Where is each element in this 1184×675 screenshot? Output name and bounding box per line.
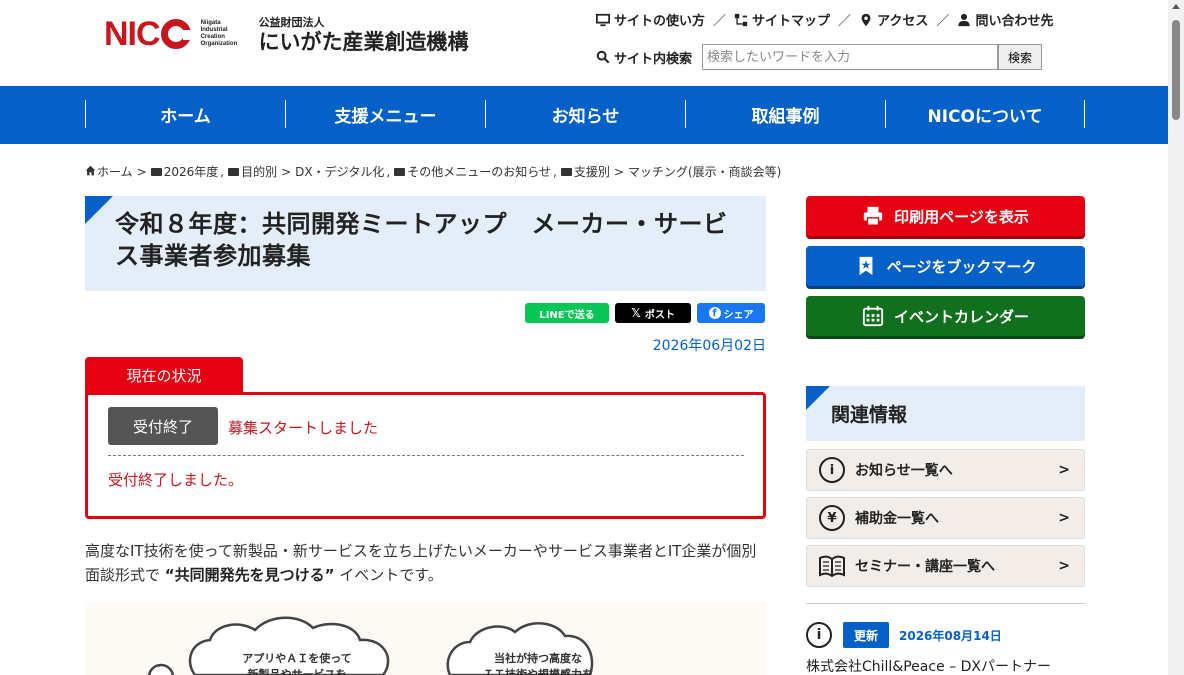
util-link-access[interactable]: アクセス xyxy=(859,10,928,29)
breadcrumb-2026[interactable]: 2026年度 xyxy=(164,163,219,180)
search-button[interactable]: 検索 xyxy=(998,44,1043,70)
breadcrumb-matching[interactable]: マッチング(展示・商談会等) xyxy=(628,163,781,180)
page-title: 令和８年度：共同開発ミートアップ メーカー・サービス事業者参加募集 xyxy=(115,210,728,270)
illustration-text: 当社が持つ高度な xyxy=(494,651,582,665)
print-page-button[interactable]: 印刷用ページを表示 xyxy=(806,196,1085,236)
status-closed-text: 受付終了しました。 xyxy=(108,471,244,489)
util-link-contact[interactable]: 問い合わせ先 xyxy=(957,10,1053,29)
utility-links: サイトの使い方 ／ サイトマップ ／ アクセス ／ 問い合わせ先 xyxy=(596,10,1053,29)
site-logo[interactable]: NIC Niigata Industrial Creation Organiza… xyxy=(104,14,469,55)
book-icon xyxy=(819,555,845,577)
nav-item-news[interactable]: お知らせ xyxy=(485,100,685,128)
related-link-subsidy-list[interactable]: ¥ 補助金一覧へ > xyxy=(806,497,1085,539)
info-icon: i xyxy=(806,622,832,648)
status-badge: 受付終了 xyxy=(108,407,218,445)
share-facebook-button[interactable]: f シェア xyxy=(697,303,765,323)
folder-icon xyxy=(150,167,162,176)
share-x-button[interactable]: 𝕏 ポスト xyxy=(615,303,691,323)
breadcrumb-dx[interactable]: DX・デジタル化 xyxy=(295,163,384,180)
site-header: NIC Niigata Industrial Creation Organiza… xyxy=(0,0,1168,86)
breadcrumb: ホーム > 2026年度 , 目的別 > DX・デジタル化 , その他メニューの… xyxy=(85,163,781,180)
util-link-howto[interactable]: サイトの使い方 xyxy=(596,10,705,29)
bookmark-icon xyxy=(859,256,873,276)
person-icon xyxy=(958,13,971,26)
scrollbar-thumb[interactable] xyxy=(1172,20,1180,120)
breadcrumb-other-news[interactable]: その他メニューのお知らせ xyxy=(407,163,551,180)
chevron-right-icon: > xyxy=(1058,462,1070,478)
chevron-right-icon: > xyxy=(1058,510,1070,526)
calendar-icon xyxy=(862,305,884,327)
update-badge: 更新 xyxy=(843,622,889,648)
news-date: 2026年08月14日 xyxy=(899,629,1002,643)
info-icon: i xyxy=(819,457,845,483)
illustration-text: ＩＴ技術や規模感力を xyxy=(483,667,593,675)
nav-item-home[interactable]: ホーム xyxy=(85,100,285,128)
map-pin-icon xyxy=(861,13,871,26)
printer-icon xyxy=(863,206,883,226)
chevron-right-icon: > xyxy=(1058,558,1070,574)
folder-icon xyxy=(560,167,572,176)
event-illustration: アプリやＡＩを使って 新製品やサービスを 当社が持つ高度な ＩＴ技術や規模感力を xyxy=(85,602,766,675)
page-scrollbar[interactable] xyxy=(1168,0,1184,675)
site-search: サイト内検索 検索 xyxy=(596,44,1043,70)
folder-icon xyxy=(228,167,240,176)
search-label: サイト内検索 xyxy=(614,51,693,67)
nav-item-case-studies[interactable]: 取組事例 xyxy=(685,100,885,128)
share-buttons: LINEで送る 𝕏 ポスト f シェア xyxy=(525,303,765,323)
intro-paragraph: 高度なIT技術を使って新製品・新サービスを立ち上げたいメーカーやサービス事業者と… xyxy=(85,542,757,584)
facebook-icon: f xyxy=(708,307,721,319)
x-icon: 𝕏 xyxy=(631,306,641,320)
divider xyxy=(806,603,1085,604)
related-link-seminar-list[interactable]: セミナー・講座一覧へ > xyxy=(806,545,1085,587)
scroll-up-arrow-icon[interactable] xyxy=(1172,4,1180,9)
illustration-text: 新製品やサービスを xyxy=(248,667,347,675)
status-box: 受付終了 募集スタートしました 受付終了しました。 xyxy=(85,392,766,519)
global-nav: ホーム 支援メニュー お知らせ 取組事例 NICOについて xyxy=(0,86,1168,144)
util-link-sitemap[interactable]: サイトマップ xyxy=(734,10,830,29)
related-info-title: 関連情報 xyxy=(831,404,908,426)
bookmark-page-button[interactable]: ページをブックマーク xyxy=(806,246,1085,286)
home-icon xyxy=(85,165,96,179)
share-line-button[interactable]: LINEで送る xyxy=(525,303,609,323)
related-info-header: 関連情報 xyxy=(806,386,1085,441)
status-start-text: 募集スタートしました xyxy=(228,419,379,437)
org-type: 公益財団法人 xyxy=(258,16,325,29)
search-icon xyxy=(596,50,610,64)
yen-icon: ¥ xyxy=(819,505,845,531)
monitor-icon xyxy=(596,13,610,26)
status-tab: 現在の状況 xyxy=(85,357,243,393)
divider xyxy=(108,455,744,456)
breadcrumb-home[interactable]: ホーム xyxy=(97,163,133,180)
nav-item-about[interactable]: NICOについて xyxy=(885,100,1085,128)
org-name: にいがた産業創造機構 xyxy=(258,30,469,54)
event-calendar-button[interactable]: イベントカレンダー xyxy=(806,296,1085,336)
related-link-news-list[interactable]: i お知らせ一覧へ > xyxy=(806,449,1085,491)
logo-nico-mark: NIC xyxy=(104,15,193,54)
nav-item-support-menu[interactable]: 支援メニュー xyxy=(285,100,485,128)
illustration-text: アプリやＡＩを使って xyxy=(242,651,351,665)
search-input[interactable] xyxy=(702,44,999,70)
folder-icon xyxy=(394,167,406,176)
publish-date: 2026年06月02日 xyxy=(652,338,766,354)
breadcrumb-purpose[interactable]: 目的別 xyxy=(241,163,277,180)
news-item-link[interactable]: 株式会社Chill&Peace – DXパートナー xyxy=(806,656,1051,675)
logo-english-name: Niigata Industrial Creation Organization xyxy=(200,20,238,47)
article-title-box: 令和８年度：共同開発ミートアップ メーカー・サービス事業者参加募集 xyxy=(85,196,766,291)
sitemap-icon xyxy=(734,13,748,26)
breadcrumb-by-support[interactable]: 支援別 xyxy=(574,163,610,180)
